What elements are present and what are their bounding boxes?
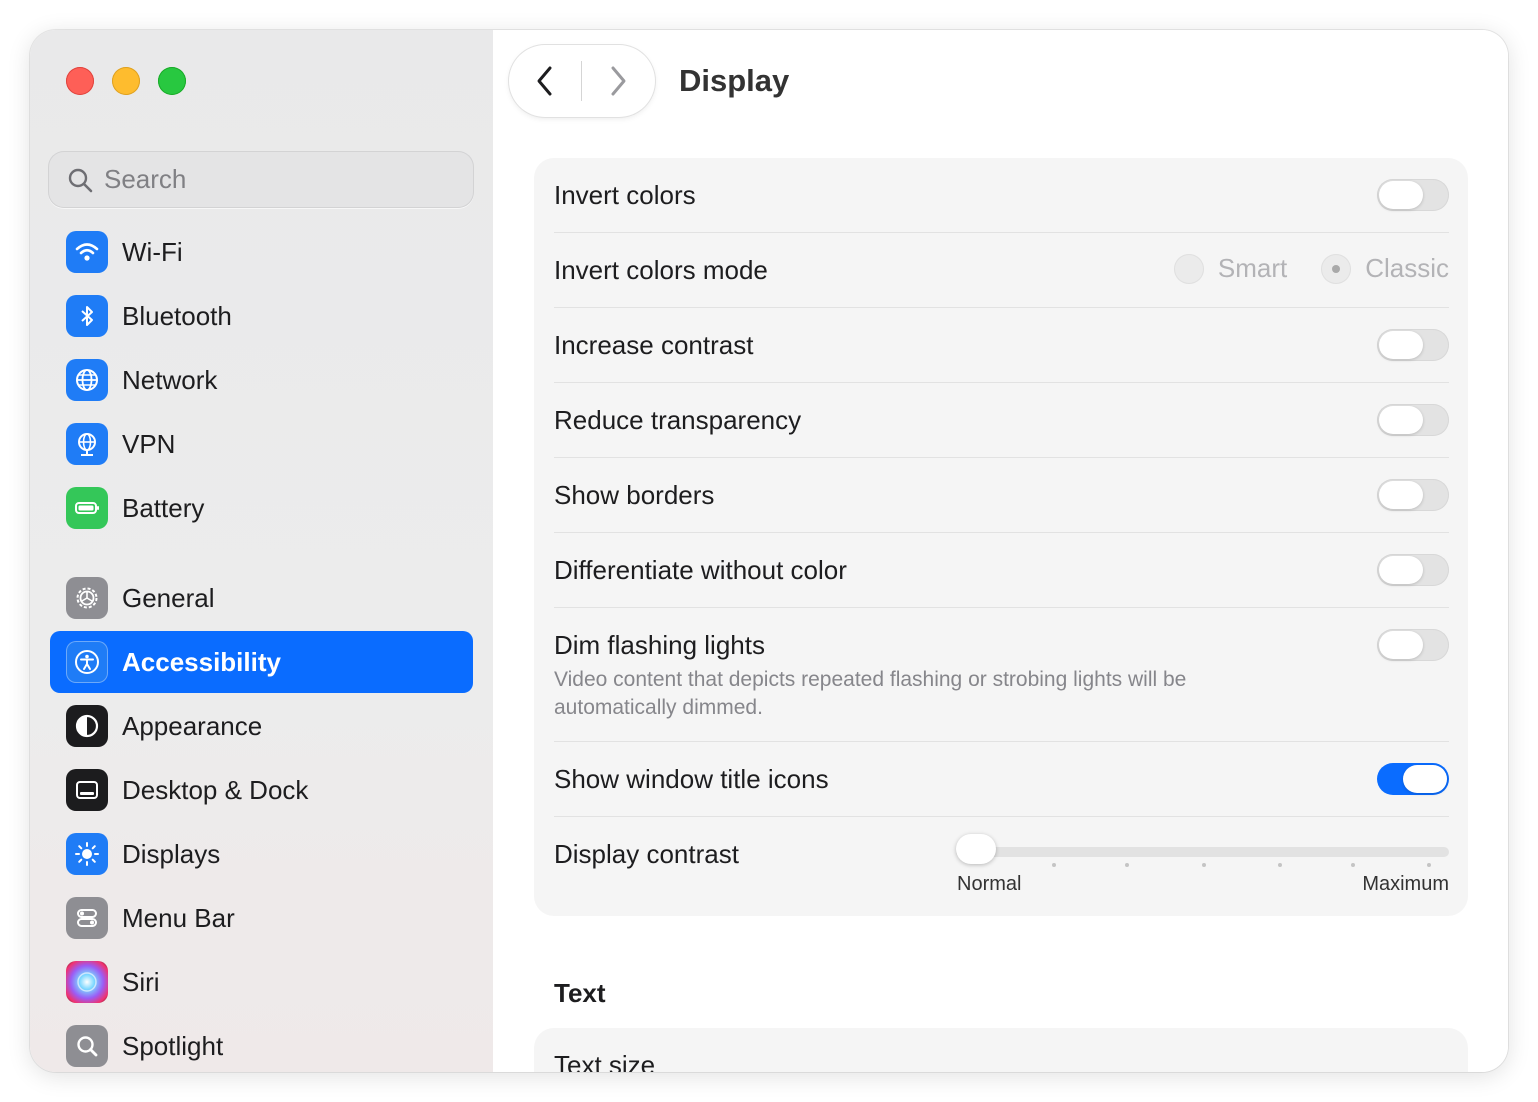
close-window-button[interactable]	[66, 67, 94, 95]
forward-button[interactable]	[582, 45, 654, 117]
battery-icon	[66, 487, 108, 529]
chevron-left-icon	[537, 66, 552, 96]
slider-tick	[1052, 863, 1056, 867]
radio-smart[interactable]: Smart	[1173, 253, 1287, 284]
siri-icon	[66, 961, 108, 1003]
navigation-buttons	[509, 45, 655, 117]
slider-tick	[1125, 863, 1129, 867]
page-title: Display	[679, 63, 790, 98]
chevron-right-icon	[611, 66, 626, 96]
zoom-window-button[interactable]	[158, 67, 186, 95]
minimize-window-button[interactable]	[112, 67, 140, 95]
sidebar-item-vpn[interactable]: VPN	[50, 413, 473, 475]
sidebar-item-network[interactable]: Network	[50, 349, 473, 411]
dock-icon	[66, 769, 108, 811]
invert-mode-radio-group: Smart Classic	[1140, 253, 1449, 284]
wifi-icon	[66, 231, 108, 273]
slider-tick	[1427, 863, 1431, 867]
reduce-transparency-row: Reduce transparency	[554, 383, 1449, 458]
slider-tick	[1202, 863, 1206, 867]
increase-contrast-row: Increase contrast	[554, 308, 1449, 383]
show-window-title-icons-row: Show window title icons	[554, 742, 1449, 817]
appearance-icon	[66, 705, 108, 747]
sidebar-item-battery[interactable]: Battery	[50, 477, 473, 539]
sidebar-item-appearance[interactable]: Appearance	[50, 695, 473, 757]
show-borders-toggle[interactable]	[1377, 479, 1449, 511]
accessibility-icon	[66, 641, 108, 683]
invert-colors-row: Invert colors	[554, 158, 1449, 233]
text-section-title: Text	[554, 978, 606, 1008]
text-settings-card: Text size	[534, 1028, 1468, 1072]
sidebar-item-wifi[interactable]: Wi-Fi	[50, 221, 473, 283]
display-contrast-row: Display contrast Normal Maximum	[554, 817, 1449, 916]
search-input[interactable]: Search	[48, 151, 474, 208]
show-borders-row: Show borders	[554, 458, 1449, 533]
sidebar-item-siri[interactable]: Siri	[50, 951, 473, 1013]
slider-tick	[1351, 863, 1355, 867]
slider-tick	[1278, 863, 1282, 867]
sidebar-item-displays[interactable]: Displays	[50, 823, 473, 885]
dim-flashing-lights-toggle[interactable]	[1377, 629, 1449, 661]
bluetooth-icon	[66, 295, 108, 337]
sidebar-item-general[interactable]: General	[50, 567, 473, 629]
invert-colors-toggle[interactable]	[1377, 179, 1449, 211]
window-controls	[66, 67, 186, 95]
show-window-title-icons-toggle[interactable]	[1377, 763, 1449, 795]
back-button[interactable]	[509, 45, 581, 117]
sidebar-item-menu-bar[interactable]: Menu Bar	[50, 887, 473, 949]
dim-flashing-lights-row: Dim flashing lights Video content that d…	[554, 608, 1449, 742]
magnifier-icon	[66, 1025, 108, 1067]
globe-icon	[66, 359, 108, 401]
search-placeholder: Search	[104, 164, 187, 194]
text-size-label[interactable]: Text size	[554, 1050, 655, 1072]
reduce-transparency-toggle[interactable]	[1377, 404, 1449, 436]
sidebar-item-accessibility[interactable]: Accessibility	[50, 631, 473, 693]
gear-icon	[66, 577, 108, 619]
display-settings-card: Invert colors Invert colors mode Smart C…	[534, 158, 1468, 916]
sidebar-item-desktop-dock[interactable]: Desktop & Dock	[50, 759, 473, 821]
search-icon	[68, 168, 93, 192]
sidebar: Search Wi-Fi Bluetooth Network VPN Batte…	[30, 30, 493, 1072]
sidebar-item-bluetooth[interactable]: Bluetooth	[50, 285, 473, 347]
invert-colors-mode-row: Invert colors mode Smart Classic	[554, 233, 1449, 308]
dim-flashing-description: Video content that depicts repeated flas…	[554, 668, 1187, 719]
sun-icon	[66, 833, 108, 875]
settings-window: Search Wi-Fi Bluetooth Network VPN Batte…	[30, 30, 1508, 1072]
main-pane: Display Invert colors Invert colors mode…	[493, 30, 1508, 1072]
differentiate-without-color-row: Differentiate without color	[554, 533, 1449, 608]
vpn-globe-icon	[66, 423, 108, 465]
radio-classic[interactable]: Classic	[1321, 253, 1449, 284]
increase-contrast-toggle[interactable]	[1377, 329, 1449, 361]
menu-bar-icon	[66, 897, 108, 939]
display-contrast-slider-knob[interactable]	[956, 834, 996, 864]
display-contrast-slider[interactable]	[956, 847, 1449, 857]
differentiate-without-color-toggle[interactable]	[1377, 554, 1449, 586]
sidebar-item-spotlight[interactable]: Spotlight	[50, 1015, 473, 1072]
